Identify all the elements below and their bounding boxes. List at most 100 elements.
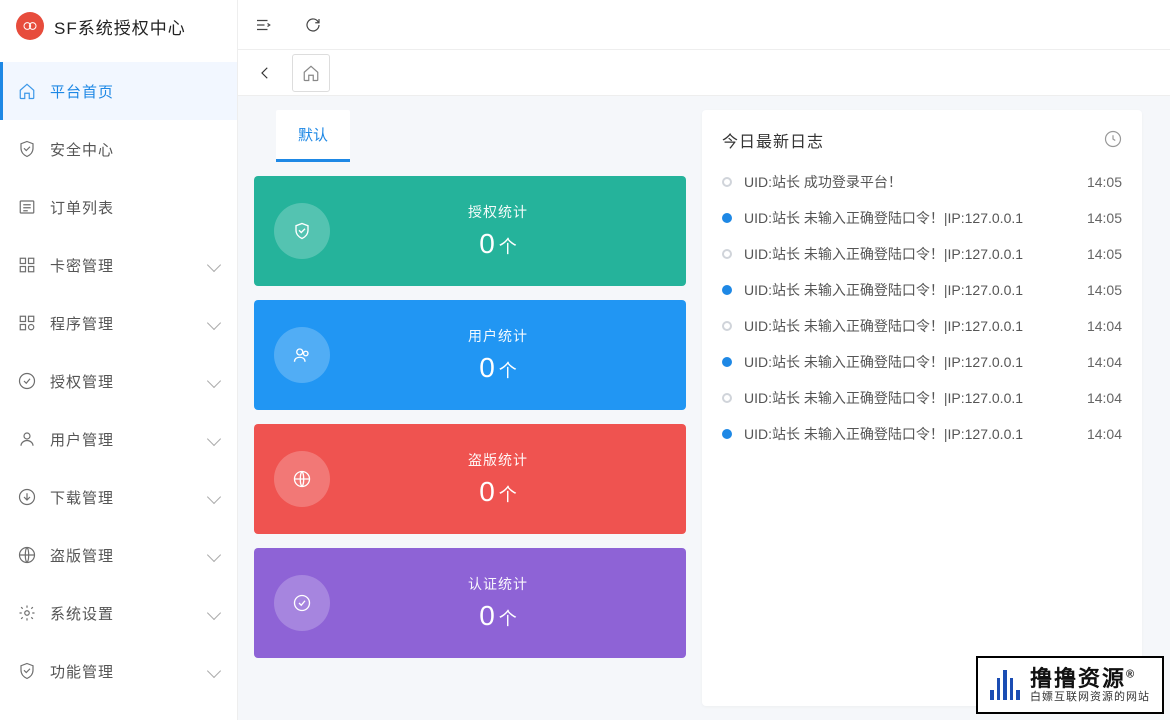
log-dot-icon [722, 213, 732, 223]
stat-card-blue[interactable]: 用户统计 0个 [254, 300, 686, 410]
sidebar-item-6[interactable]: 用户管理 [0, 410, 237, 468]
users-icon [274, 327, 330, 383]
log-item[interactable]: UID:站长 未输入正确登陆口令！|IP:127.0.0.1 14:05 [722, 236, 1122, 272]
chevron-down-icon [207, 490, 221, 504]
sidebar-item-4[interactable]: 程序管理 [0, 294, 237, 352]
log-time: 14:05 [1087, 174, 1122, 190]
sidebar-item-label: 卡密管理 [50, 255, 195, 276]
stat-value: 0个 [330, 352, 666, 384]
log-text: UID:站长 未输入正确登陆口令！|IP:127.0.0.1 [744, 280, 1075, 300]
blocks-icon [18, 314, 36, 332]
check-icon [18, 372, 36, 390]
stat-cards: 授权统计 0个 用户统计 0个 盗版统计 0个 认证统计 0个 [254, 176, 686, 658]
watermark-title: 撸撸资源® [1030, 666, 1150, 691]
log-text: UID:站长 未输入正确登陆口令！|IP:127.0.0.1 [744, 244, 1075, 264]
breadcrumb-bar [238, 50, 1170, 96]
sidebar-item-label: 订单列表 [50, 197, 219, 218]
toggle-sidebar-button[interactable] [252, 14, 274, 36]
stat-title: 授权统计 [330, 202, 666, 222]
log-text: UID:站长 未输入正确登陆口令！|IP:127.0.0.1 [744, 316, 1075, 336]
sidebar-item-3[interactable]: 卡密管理 [0, 236, 237, 294]
sidebar-item-0[interactable]: 平台首页 [0, 62, 237, 120]
log-time: 14:05 [1087, 282, 1122, 298]
log-item[interactable]: UID:站长 未输入正确登陆口令！|IP:127.0.0.1 14:04 [722, 344, 1122, 380]
stat-card-red[interactable]: 盗版统计 0个 [254, 424, 686, 534]
log-list: UID:站长 成功登录平台！ 14:05 UID:站长 未输入正确登陆口令！|I… [722, 164, 1122, 452]
sidebar-item-label: 平台首页 [50, 81, 219, 102]
sidebar-item-8[interactable]: 盗版管理 [0, 526, 237, 584]
download-icon [18, 488, 36, 506]
log-dot-icon [722, 429, 732, 439]
sidebar-item-label: 盗版管理 [50, 545, 195, 566]
sidebar-item-label: 系统设置 [50, 603, 195, 624]
main-area: 默认 授权统计 0个 用户统计 0个 盗版统计 0个 认证统计 0个 今日最新日… [238, 0, 1170, 720]
log-title: 今日最新日志 [722, 128, 824, 152]
stat-body: 盗版统计 0个 [330, 450, 666, 508]
log-time: 14:05 [1087, 210, 1122, 226]
log-header: 今日最新日志 [722, 128, 1122, 152]
globe-icon [18, 546, 36, 564]
sidebar-item-label: 下载管理 [50, 487, 195, 508]
watermark-logo-icon [990, 670, 1020, 700]
sidebar-item-7[interactable]: 下载管理 [0, 468, 237, 526]
sidebar-item-2[interactable]: 订单列表 [0, 178, 237, 236]
log-dot-icon [722, 285, 732, 295]
refresh-button[interactable] [302, 14, 324, 36]
stat-value: 0个 [330, 476, 666, 508]
chevron-down-icon [207, 664, 221, 678]
sidebar-item-label: 用户管理 [50, 429, 195, 450]
log-item[interactable]: UID:站长 未输入正确登陆口令！|IP:127.0.0.1 14:05 [722, 200, 1122, 236]
user-icon [18, 430, 36, 448]
nav-list: 平台首页 安全中心 订单列表 卡密管理 程序管理 授权管理 用户管理 下载管理 … [0, 62, 237, 700]
shield-icon [18, 140, 36, 158]
log-text: UID:站长 未输入正确登陆口令！|IP:127.0.0.1 [744, 424, 1075, 444]
stat-title: 用户统计 [330, 326, 666, 346]
log-text: UID:站长 未输入正确登陆口令！|IP:127.0.0.1 [744, 208, 1075, 228]
log-time: 14:05 [1087, 246, 1122, 262]
stat-value: 0个 [330, 228, 666, 260]
gear-icon [18, 604, 36, 622]
chevron-down-icon [207, 606, 221, 620]
tab-default[interactable]: 默认 [276, 110, 350, 162]
log-time: 14:04 [1087, 426, 1122, 442]
log-item[interactable]: UID:站长 未输入正确登陆口令！|IP:127.0.0.1 14:04 [722, 308, 1122, 344]
topbar [238, 0, 1170, 50]
log-time: 14:04 [1087, 318, 1122, 334]
log-item[interactable]: UID:站长 成功登录平台！ 14:05 [722, 164, 1122, 200]
log-time: 14:04 [1087, 354, 1122, 370]
stat-body: 用户统计 0个 [330, 326, 666, 384]
log-time: 14:04 [1087, 390, 1122, 406]
sidebar-item-9[interactable]: 系统设置 [0, 584, 237, 642]
grid-icon [18, 256, 36, 274]
log-item[interactable]: UID:站长 未输入正确登陆口令！|IP:127.0.0.1 14:05 [722, 272, 1122, 308]
back-button[interactable] [248, 56, 282, 90]
stat-card-green[interactable]: 授权统计 0个 [254, 176, 686, 286]
log-dot-icon [722, 177, 732, 187]
sidebar-item-10[interactable]: 功能管理 [0, 642, 237, 700]
stats-column: 默认 授权统计 0个 用户统计 0个 盗版统计 0个 认证统计 0个 [254, 110, 686, 706]
app-title: SF系统授权中心 [54, 14, 186, 39]
watermark-badge: 撸撸资源® 白嫖互联网资源的网站 [976, 656, 1164, 714]
log-item[interactable]: UID:站长 未输入正确登陆口令！|IP:127.0.0.1 14:04 [722, 416, 1122, 452]
log-dot-icon [722, 321, 732, 331]
sidebar-item-label: 功能管理 [50, 661, 195, 682]
log-text: UID:站长 未输入正确登陆口令！|IP:127.0.0.1 [744, 388, 1075, 408]
list-icon [18, 198, 36, 216]
log-item[interactable]: UID:站长 未输入正确登陆口令！|IP:127.0.0.1 14:04 [722, 380, 1122, 416]
log-text: UID:站长 未输入正确登陆口令！|IP:127.0.0.1 [744, 352, 1075, 372]
chevron-down-icon [207, 432, 221, 446]
chevron-down-icon [207, 258, 221, 272]
sidebar-item-1[interactable]: 安全中心 [0, 120, 237, 178]
home-button[interactable] [292, 54, 330, 92]
stat-title: 盗版统计 [330, 450, 666, 470]
stat-value: 0个 [330, 600, 666, 632]
log-dot-icon [722, 393, 732, 403]
sidebar-item-5[interactable]: 授权管理 [0, 352, 237, 410]
stat-card-purple[interactable]: 认证统计 0个 [254, 548, 686, 658]
log-dot-icon [722, 249, 732, 259]
logo-icon [16, 12, 44, 40]
check-icon [274, 575, 330, 631]
tab-head: 默认 [254, 110, 686, 162]
stat-body: 认证统计 0个 [330, 574, 666, 632]
shield-icon [274, 203, 330, 259]
